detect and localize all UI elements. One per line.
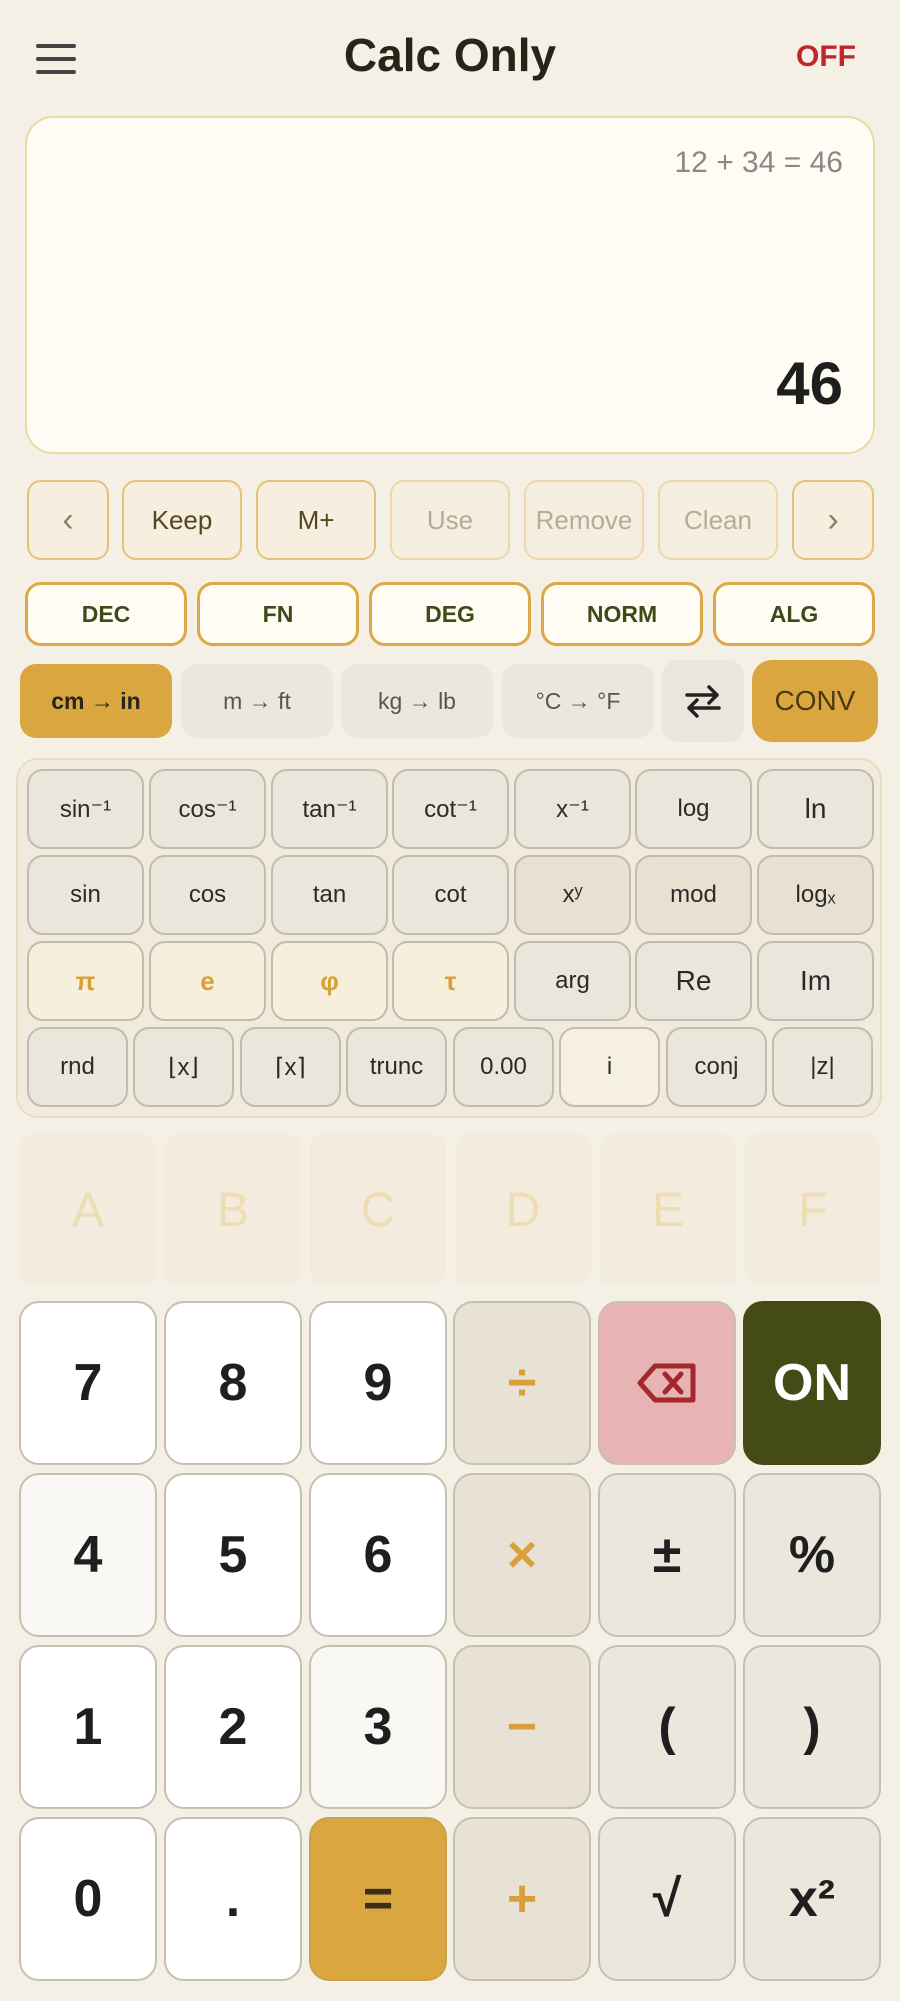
key-6[interactable]: 6	[309, 1473, 447, 1637]
history-next-button[interactable]: ›	[792, 480, 874, 560]
key-arg[interactable]: arg	[514, 941, 631, 1021]
key-8[interactable]: 8	[164, 1301, 302, 1465]
key-rnd[interactable]: rnd	[27, 1027, 128, 1107]
key-sqrt[interactable]: √	[598, 1817, 736, 1981]
key-pi[interactable]: π	[27, 941, 144, 1021]
hex-key-a: A	[20, 1134, 156, 1286]
off-button[interactable]: OFF	[796, 40, 856, 74]
key-im[interactable]: Im	[757, 941, 874, 1021]
key-cos[interactable]: cos	[149, 855, 266, 935]
key-fixed-decimals[interactable]: 0.00	[453, 1027, 554, 1107]
calculator-display: 12 + 34 = 46 46	[25, 116, 875, 454]
key-3[interactable]: 3	[309, 1645, 447, 1809]
key-atan[interactable]: tan⁻¹	[271, 769, 388, 849]
key-9[interactable]: 9	[309, 1301, 447, 1465]
mode-dec-button[interactable]: DEC	[25, 582, 187, 646]
app-header: Calc Only OFF	[0, 0, 900, 112]
key-imaginary-i[interactable]: i	[559, 1027, 660, 1107]
key-5[interactable]: 5	[164, 1473, 302, 1637]
conversion-kg-lb[interactable]: kg → lb	[341, 664, 493, 738]
hex-key-e: E	[600, 1134, 736, 1286]
backspace-icon	[637, 1363, 696, 1403]
expression-text: 12 + 34 = 46	[674, 146, 844, 179]
hex-key-f: F	[745, 1134, 881, 1286]
key-percent[interactable]: %	[743, 1473, 881, 1637]
key-add[interactable]: +	[453, 1817, 591, 1981]
key-close-paren[interactable]: )	[743, 1645, 881, 1809]
app-title: Calc Only	[343, 29, 557, 81]
key-asin[interactable]: sin⁻¹	[27, 769, 144, 849]
key-divide[interactable]: ÷	[453, 1301, 591, 1465]
hex-key-b: B	[165, 1134, 301, 1286]
key-re[interactable]: Re	[635, 941, 752, 1021]
key-mod[interactable]: mod	[635, 855, 752, 935]
chevron-right-icon: ›	[827, 500, 839, 539]
swap-conversion-button[interactable]	[662, 660, 744, 742]
key-cot[interactable]: cot	[392, 855, 509, 935]
key-equals[interactable]: =	[309, 1817, 447, 1981]
key-reciprocal[interactable]: x⁻¹	[514, 769, 631, 849]
key-log[interactable]: log	[635, 769, 752, 849]
key-sin[interactable]: sin	[27, 855, 144, 935]
clean-button[interactable]: Clean	[658, 480, 778, 560]
convert-button[interactable]: CONV	[752, 660, 878, 742]
key-0[interactable]: 0	[19, 1817, 157, 1981]
key-floor[interactable]: ⌊x⌋	[133, 1027, 234, 1107]
key-acos[interactable]: cos⁻¹	[149, 769, 266, 849]
key-7[interactable]: 7	[19, 1301, 157, 1465]
mode-norm-button[interactable]: NORM	[541, 582, 703, 646]
key-ceil[interactable]: ⌈x⌉	[240, 1027, 341, 1107]
key-square[interactable]: x²	[743, 1817, 881, 1981]
key-phi[interactable]: φ	[271, 941, 388, 1021]
backspace-button[interactable]	[598, 1301, 736, 1465]
key-tau[interactable]: τ	[392, 941, 509, 1021]
swap-arrows-icon	[685, 685, 721, 718]
mode-alg-button[interactable]: ALG	[713, 582, 875, 646]
key-subtract[interactable]: −	[453, 1645, 591, 1809]
key-4[interactable]: 4	[19, 1473, 157, 1637]
key-tan[interactable]: tan	[271, 855, 388, 935]
history-prev-button[interactable]: ‹	[27, 480, 109, 560]
keep-button[interactable]: Keep	[122, 480, 242, 560]
key-1[interactable]: 1	[19, 1645, 157, 1809]
memory-plus-button[interactable]: M+	[256, 480, 376, 560]
key-plus-minus[interactable]: ±	[598, 1473, 736, 1637]
key-trunc[interactable]: trunc	[346, 1027, 447, 1107]
key-multiply[interactable]: ×	[453, 1473, 591, 1637]
key-decimal-point[interactable]: .	[164, 1817, 302, 1981]
key-open-paren[interactable]: (	[598, 1645, 736, 1809]
key-ln[interactable]: ln	[757, 769, 874, 849]
on-button[interactable]: ON	[743, 1301, 881, 1465]
mode-deg-button[interactable]: DEG	[369, 582, 531, 646]
conversion-cm-in[interactable]: cm → in	[20, 664, 172, 738]
mode-fn-button[interactable]: FN	[197, 582, 359, 646]
conversion-m-ft[interactable]: m → ft	[181, 664, 333, 738]
key-2[interactable]: 2	[164, 1645, 302, 1809]
key-conj[interactable]: conj	[666, 1027, 767, 1107]
key-acot[interactable]: cot⁻¹	[392, 769, 509, 849]
key-abs[interactable]: |z|	[772, 1027, 873, 1107]
hex-key-c: C	[310, 1134, 446, 1286]
conversion-c-f[interactable]: °C → °F	[502, 664, 654, 738]
result-text: 46	[776, 350, 843, 417]
hex-key-d: D	[455, 1134, 591, 1286]
remove-button[interactable]: Remove	[524, 480, 644, 560]
use-button[interactable]: Use	[390, 480, 510, 560]
key-logx[interactable]: logₓ	[757, 855, 874, 935]
key-power[interactable]: xʸ	[514, 855, 631, 935]
chevron-left-icon: ‹	[62, 500, 74, 539]
key-e[interactable]: e	[149, 941, 266, 1021]
